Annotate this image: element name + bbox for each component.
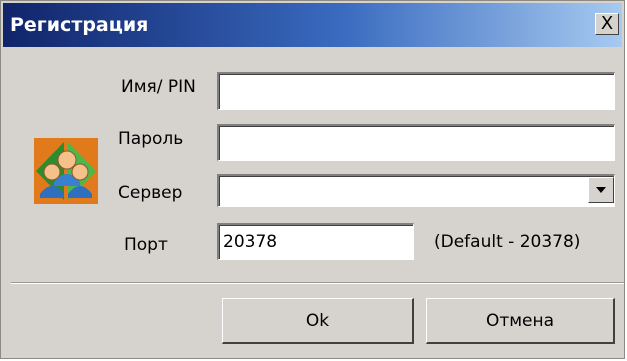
divider — [11, 282, 624, 284]
server-label: Сервер — [118, 183, 183, 203]
server-dropdown[interactable] — [217, 174, 615, 207]
password-field[interactable] — [217, 124, 615, 161]
close-button[interactable]: X — [595, 13, 619, 35]
port-field[interactable] — [217, 223, 414, 260]
password-label: Пароль — [118, 129, 184, 149]
cancel-button[interactable]: Отмена — [426, 298, 615, 344]
name-label: Имя/ PIN — [121, 77, 196, 97]
ok-button[interactable]: Ok — [222, 298, 414, 344]
dialog-title: Регистрация — [10, 14, 149, 36]
port-label: Порт — [124, 235, 168, 255]
users-login-icon — [34, 138, 98, 204]
port-default-hint: (Default - 20378) — [434, 232, 581, 252]
server-dropdown-button[interactable] — [588, 177, 614, 203]
name-field[interactable] — [217, 72, 615, 110]
chevron-down-icon — [596, 187, 606, 193]
registration-dialog: Регистрация X Имя/ PIN Пароль Сервер Пор… — [0, 0, 625, 359]
title-bar[interactable]: Регистрация — [3, 3, 622, 47]
